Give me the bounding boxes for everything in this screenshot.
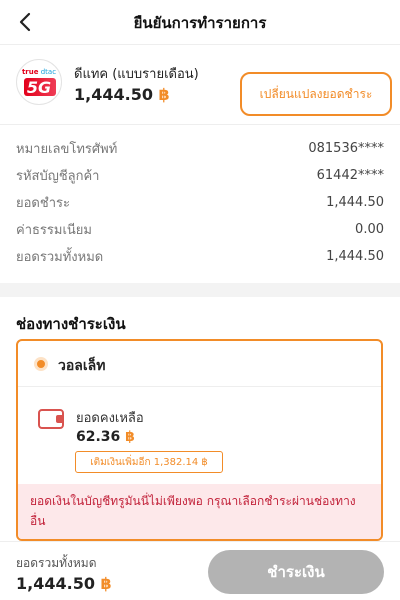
total-amount-value: 1,444.50 [16, 574, 95, 593]
bottom-bar: ยอดรวมทั้งหมด 1,444.50 ฿ ชำระเงิน [0, 541, 400, 600]
balance-amount-value: 62.36 [76, 429, 121, 445]
top-bar: ยืนยันการทำรายการ [0, 0, 400, 44]
detail-label: รหัสบัญชีลูกค้า [16, 168, 100, 184]
detail-value: 1,444.50 [326, 248, 384, 264]
provider-name: ดีแทค (แบบรายเดือน) [74, 67, 199, 82]
logo-dtac-text: dtac [40, 68, 57, 76]
radio-selected-icon[interactable] [34, 357, 48, 371]
pay-button[interactable]: ชำระเงิน [208, 550, 384, 594]
baht-symbol: ฿ [100, 574, 112, 593]
detail-label: ยอดชำระ [16, 195, 70, 211]
detail-row-phone: หมายเลขโทรศัพท์ 081536**** [16, 135, 384, 161]
detail-row-account: รหัสบัญชีลูกค้า 61442**** [16, 162, 384, 188]
balance-amount: 62.36 ฿ [76, 429, 135, 445]
baht-symbol: ฿ [158, 85, 170, 104]
total-label: ยอดรวมทั้งหมด [16, 556, 97, 570]
detail-label: ยอดรวมทั้งหมด [16, 249, 104, 265]
baht-symbol: ฿ [125, 429, 135, 445]
total-amount: 1,444.50 ฿ [16, 574, 112, 593]
wallet-option[interactable]: วอลเล็ท [18, 341, 381, 387]
payment-method-title: ช่องทางชำระเงิน [16, 315, 126, 333]
detail-label: ค่าธรรมเนียม [16, 222, 92, 238]
detail-row-amount: ยอดชำระ 1,444.50 [16, 189, 384, 215]
payment-method-card: วอลเล็ท ยอดคงเหลือ 62.36 ฿ เติมเงินเพิ่ม… [16, 339, 383, 541]
logo-5g-text: 5G [26, 78, 52, 97]
detail-value: 61442**** [316, 167, 384, 183]
detail-value: 0.00 [355, 221, 384, 237]
detail-value: 1,444.50 [326, 194, 384, 210]
bill-amount-value: 1,444.50 [74, 85, 153, 104]
change-amount-button[interactable]: เปลี่ยนแปลงยอดชำระ [240, 72, 392, 116]
true-dtac-5g-logo: true dtac 5G [16, 59, 62, 105]
wallet-icon [38, 409, 64, 429]
detail-value: 081536**** [308, 140, 384, 156]
detail-row-fee: ค่าธรรมเนียม 0.00 [16, 216, 384, 242]
bill-amount: 1,444.50 ฿ [74, 85, 170, 104]
balance-label: ยอดคงเหลือ [76, 411, 144, 426]
insufficient-balance-warning: ยอดเงินในบัญชีทรูมันนี่ไม่เพียงพอ กรุณาเ… [18, 484, 381, 539]
section-separator [0, 283, 400, 297]
page-title: ยืนยันการทำรายการ [133, 14, 267, 32]
payment-details: หมายเลขโทรศัพท์ 081536**** รหัสบัญชีลูกค… [0, 125, 400, 283]
bill-summary-card: true dtac 5G ดีแทค (แบบรายเดือน) 1,444.5… [0, 44, 400, 124]
detail-label: หมายเลขโทรศัพท์ [16, 141, 118, 157]
wallet-option-label: วอลเล็ท [58, 358, 106, 374]
logo-true-text: true [21, 68, 39, 76]
detail-row-total: ยอดรวมทั้งหมด 1,444.50 [16, 243, 384, 269]
topup-button[interactable]: เติมเงินเพิ่มอีก 1,382.14 ฿ [75, 451, 223, 473]
